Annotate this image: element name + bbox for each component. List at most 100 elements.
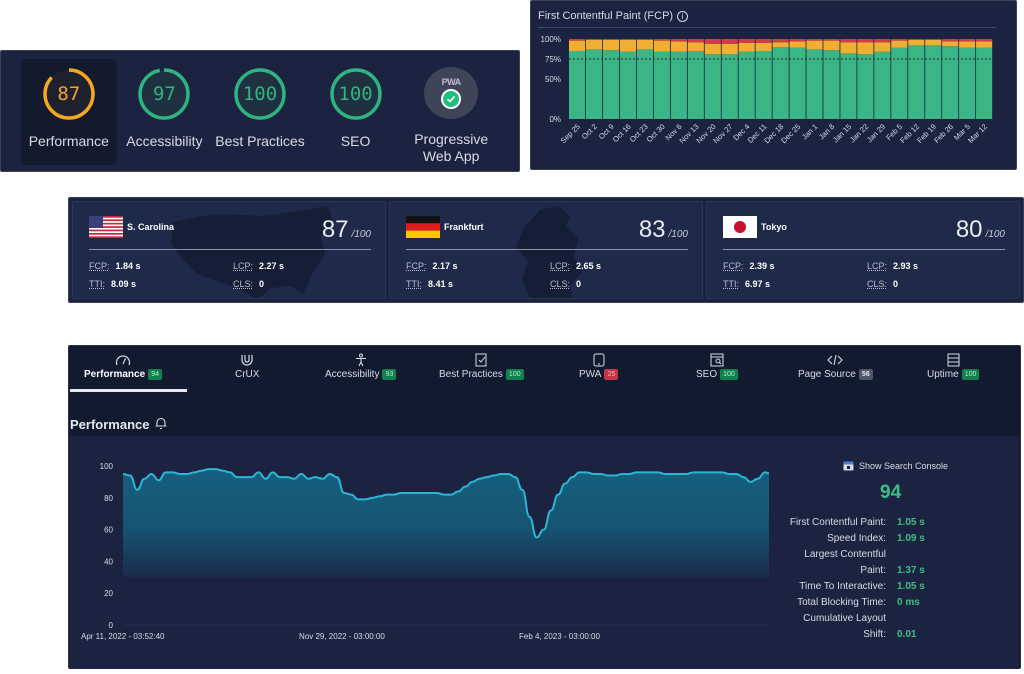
score-performance[interactable]: 87 Performance — [21, 59, 117, 165]
tab-page-source[interactable]: Page Source 56 — [798, 352, 873, 392]
score-label: SEO — [340, 133, 371, 149]
metric-value: 0 ms — [897, 597, 920, 608]
tab-uptime[interactable]: Uptime 100 — [927, 352, 980, 392]
metric-lcp: LCP: 2.65 s — [550, 261, 601, 271]
report-panel: Performance 94 CrUX Accessibility 93 Best … — [68, 345, 1021, 669]
x-tick-label: Feb 4, 2023 - 03:00:00 — [519, 632, 601, 641]
metric-value: 0 — [259, 279, 265, 289]
region-card-tokyo[interactable]: Tokyo 80/100 FCP: 2.39 s LCP: 2.93 s TTI: 6… — [706, 201, 1020, 299]
bar-segment-poor — [959, 39, 976, 42]
section-title: Performance — [70, 416, 168, 433]
bar-segment-poor — [874, 39, 891, 43]
bar-segment-needs-improvement — [857, 42, 874, 55]
server-icon — [947, 352, 960, 368]
bar-segment-poor — [772, 39, 789, 43]
metric-lcp: LCP: 2.27 s — [233, 261, 284, 271]
tab-performance[interactable]: Performance 94 — [84, 352, 163, 392]
bar-segment-good — [976, 47, 993, 119]
region-card-frankfurt[interactable]: Frankfurt 83/100 FCP: 2.17 s LCP: 2.65 s T… — [389, 201, 703, 299]
pwa-label-line1: Progressive — [414, 131, 489, 147]
metric-fcp: FCP: 2.39 s — [723, 261, 775, 271]
tab-crux[interactable]: CrUX — [235, 352, 259, 392]
metric-key[interactable]: FCP: — [89, 261, 110, 271]
bar-segment-needs-improvement — [959, 41, 976, 48]
person-icon — [354, 352, 368, 368]
metric-value: 1.05 s — [897, 581, 925, 592]
x-tick-label: Oct 2 — [580, 122, 599, 141]
bar-segment-good — [653, 51, 670, 119]
score-accessibility[interactable]: 97 Accessibility — [117, 59, 213, 165]
x-tick-label: Nov 27 — [711, 122, 734, 145]
metric-key[interactable]: TTI: — [406, 279, 422, 289]
performance-score: 94 — [880, 482, 902, 503]
metric-value: 1.37 s — [897, 565, 925, 576]
bar-segment-good — [636, 49, 653, 119]
bar-segment-good — [857, 54, 874, 120]
divider — [723, 249, 1005, 250]
metric-value: 2.17 s — [432, 261, 458, 271]
score-max: /100 — [351, 229, 371, 240]
tab-best-practices[interactable]: Best Practices 100 — [439, 352, 524, 392]
score-badge: 100 — [961, 369, 980, 380]
bar-segment-good — [755, 51, 772, 119]
bar-segment-good — [602, 50, 620, 120]
metric-key[interactable]: LCP: — [550, 261, 570, 271]
bar-segment-needs-improvement — [874, 42, 891, 52]
pwa-label-line2: Web App — [422, 148, 480, 164]
metric-value: 8.09 s — [111, 279, 137, 289]
bar-segment-poor — [569, 39, 586, 41]
metric-lcp: LCP: 2.93 s — [867, 261, 918, 271]
metric-key: First Contentful Paint: — [789, 517, 886, 528]
bar-segment-good — [959, 47, 976, 119]
score-label: Accessibility — [126, 133, 203, 149]
bar-segment-needs-improvement — [976, 41, 993, 48]
metric-key[interactable]: TTI: — [89, 279, 105, 289]
checklist-icon — [475, 352, 487, 368]
bar-segment-poor — [976, 39, 993, 42]
bar-segment-needs-improvement — [619, 39, 637, 52]
metric-fcp: FCP: 1.84 s — [89, 261, 141, 271]
metric-key[interactable]: FCP: — [406, 261, 427, 271]
regions-panel: S. Carolina 87/100 FCP: 1.84 s LCP: 2.27 s… — [68, 197, 1024, 303]
x-tick-label: Jan 1 — [800, 122, 819, 141]
metric-key[interactable]: CLS: — [233, 279, 253, 289]
region-card-s-carolina[interactable]: S. Carolina 87/100 FCP: 1.84 s LCP: 2.27 s… — [72, 201, 386, 299]
x-tick-label: Jan 29 — [865, 122, 887, 144]
metric-key[interactable]: FCP: — [723, 261, 744, 271]
bar-segment-needs-improvement — [772, 42, 789, 47]
metric-key[interactable]: TTI: — [723, 279, 739, 289]
bar-segment-poor — [721, 39, 738, 44]
tab-accessibility[interactable]: Accessibility 93 — [325, 352, 397, 392]
tab-label: SEO — [696, 369, 718, 380]
score-value: 87 — [321, 216, 349, 243]
metric-key[interactable]: LCP: — [233, 261, 253, 271]
show-search-console-button[interactable]: Show Search Console — [843, 461, 948, 471]
metric-key: Time To Interactive: — [799, 581, 886, 592]
tab-seo[interactable]: SEO 100 — [696, 352, 738, 392]
score-seo[interactable]: 100 SEO — [308, 59, 404, 165]
metric-key[interactable]: CLS: — [867, 279, 887, 289]
score-best-practices[interactable]: 100 Best Practices — [212, 59, 308, 165]
bar-segment-good — [874, 51, 891, 119]
bar-segment-needs-improvement — [585, 39, 603, 50]
germany-flag-icon — [406, 216, 440, 238]
score-pwa[interactable]: PWA Progressive Web App — [403, 59, 499, 165]
bar-segment-needs-improvement — [755, 43, 772, 51]
y-tick-label: 40 — [104, 557, 113, 566]
bar-segment-good — [891, 47, 908, 119]
x-tick-label: Oct 30 — [645, 122, 667, 144]
bar-segment-poor — [857, 39, 874, 43]
bar-segment-needs-improvement — [738, 43, 755, 52]
divider — [406, 249, 688, 250]
tab-pwa[interactable]: PWA 25 — [579, 352, 619, 392]
bar-segment-needs-improvement — [925, 39, 942, 46]
region-score: 87/100 — [322, 216, 371, 244]
bar-segment-poor — [619, 39, 637, 40]
metric-key[interactable]: CLS: — [550, 279, 570, 289]
metric-key[interactable]: LCP: — [867, 261, 887, 271]
x-tick-label: Dec 25 — [779, 122, 802, 145]
bell-icon[interactable] — [154, 416, 168, 433]
bar-segment-good — [823, 50, 840, 120]
bar-segment-good — [772, 47, 789, 119]
score-badge: 100 — [720, 369, 738, 380]
